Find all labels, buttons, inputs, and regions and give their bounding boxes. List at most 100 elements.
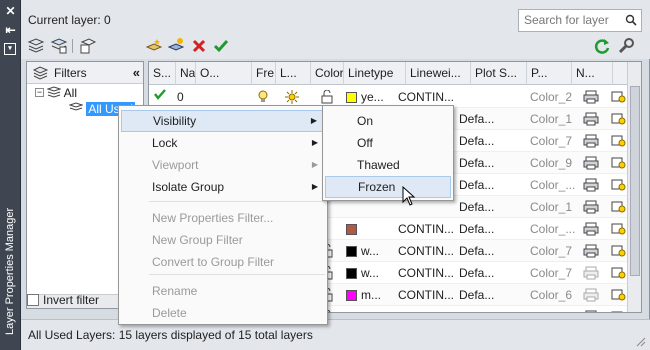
plot-printer-icon[interactable]	[583, 262, 599, 284]
plot-printer-icon[interactable]	[583, 86, 599, 108]
lineweight-cell[interactable]: Defa...	[459, 196, 494, 218]
lineweight-cell[interactable]: Defa...	[459, 218, 494, 240]
linetype-cell[interactable]: CONTIN...	[398, 306, 454, 312]
plot-printer-icon[interactable]	[583, 152, 599, 174]
refresh-icon[interactable]	[593, 37, 611, 55]
new-vp-freeze-icon[interactable]	[611, 218, 627, 240]
search-input[interactable]: Search for layer	[518, 9, 642, 32]
column-header[interactable]: S...	[149, 62, 176, 85]
new-vp-freeze-icon[interactable]	[611, 174, 627, 196]
plot-style-cell[interactable]: Color_...	[530, 174, 575, 196]
plot-printer-icon[interactable]	[583, 130, 599, 152]
menu-item[interactable]: Visibility ▶	[121, 110, 326, 132]
plot-printer-icon[interactable]	[583, 218, 599, 240]
plot-style-cell[interactable]: Color_2	[530, 86, 572, 108]
plot-style-cell[interactable]: Color_1	[530, 196, 572, 218]
linetype-cell[interactable]: CONTIN...	[398, 240, 454, 262]
lineweight-cell[interactable]: Defa...	[459, 174, 494, 196]
lineweight-cell[interactable]: Defa...	[459, 284, 494, 306]
set-current-icon[interactable]	[212, 37, 230, 55]
color-cell[interactable]: w...	[346, 240, 379, 262]
column-header[interactable]: Color	[311, 62, 344, 85]
plot-printer-icon[interactable]	[583, 196, 599, 218]
plot-printer-icon[interactable]	[583, 306, 599, 312]
new-vp-freeze-icon[interactable]	[611, 306, 627, 312]
lineweight-cell[interactable]: Defa...	[459, 130, 494, 152]
submenu-item[interactable]: Thawed	[325, 154, 451, 176]
checkbox-box[interactable]	[27, 294, 39, 306]
plot-style-cell[interactable]: Color_7	[530, 240, 572, 262]
plot-printer-icon[interactable]	[583, 284, 599, 306]
color-cell[interactable]	[346, 218, 361, 240]
column-header[interactable]: Plot S...	[471, 62, 527, 85]
plot-printer-icon[interactable]	[583, 108, 599, 130]
layer-list-vertical-scrollbar[interactable]	[627, 62, 641, 312]
menu-item[interactable]: New Group Filter	[121, 229, 326, 251]
column-header[interactable]: O...	[196, 62, 252, 85]
palette-title-bar[interactable]: ✕ ⇤ ▾ Layer Properties Manager	[0, 0, 21, 350]
plot-style-cell[interactable]: Color_1	[530, 108, 572, 130]
submenu-item[interactable]: Frozen	[325, 176, 451, 198]
column-header[interactable]: L...	[276, 62, 311, 85]
new-vp-freeze-icon[interactable]	[611, 86, 627, 108]
column-header[interactable]: N...	[572, 62, 613, 85]
menu-item-label: Convert to Group Filter	[152, 255, 275, 269]
column-header[interactable]: Linetype	[344, 62, 406, 85]
new-layer-icon[interactable]	[145, 37, 163, 55]
new-vp-freeze-icon[interactable]	[611, 262, 627, 284]
linetype-cell[interactable]: CONTIN...	[398, 218, 454, 240]
new-vp-freeze-icon[interactable]	[611, 240, 627, 262]
new-vp-freeze-icon[interactable]	[611, 108, 627, 130]
plot-style-cell[interactable]: Color_6	[530, 284, 572, 306]
column-header[interactable]: Linewei...	[406, 62, 471, 85]
new-property-filter-icon[interactable]	[27, 37, 45, 55]
linetype-cell[interactable]: CONTIN...	[398, 284, 454, 306]
color-swatch	[346, 224, 357, 235]
tree-node-all[interactable]: All	[46, 85, 77, 101]
linetype-cell[interactable]: CONTIN...	[398, 262, 454, 284]
plot-style-cell[interactable]: Color_...	[530, 218, 575, 240]
submenu-item[interactable]: Off	[325, 132, 451, 154]
submenu-item[interactable]: On	[325, 110, 451, 132]
settings-wrench-icon[interactable]	[617, 37, 635, 55]
column-header[interactable]: Name	[176, 62, 196, 85]
column-header[interactable]: P...	[527, 62, 572, 85]
delete-layer-icon[interactable]	[190, 37, 208, 55]
menu-item[interactable]: Viewport ▶	[121, 154, 326, 176]
new-vp-freeze-icon[interactable]	[611, 130, 627, 152]
filters-icon	[33, 66, 48, 80]
lineweight-cell[interactable]: Defa...	[459, 240, 494, 262]
new-vp-freeze-icon[interactable]	[611, 284, 627, 306]
new-group-filter-icon[interactable]	[50, 37, 68, 55]
menu-item[interactable]: New Properties Filter...	[121, 207, 326, 229]
close-icon[interactable]: ✕	[4, 5, 17, 18]
plot-style-cell[interactable]: Color_7	[530, 262, 572, 284]
layer-states-manager-icon[interactable]	[79, 37, 97, 55]
scrollbar-thumb[interactable]	[630, 86, 640, 276]
menu-item[interactable]: Lock ▶	[121, 132, 326, 154]
new-layer-vp-frozen-icon[interactable]	[167, 37, 185, 55]
lineweight-cell[interactable]: Defa...	[459, 306, 494, 312]
invert-filter-checkbox[interactable]: Invert filter	[27, 292, 99, 308]
color-cell[interactable]: 10	[346, 306, 374, 312]
plot-printer-icon[interactable]	[583, 174, 599, 196]
new-vp-freeze-icon[interactable]	[611, 196, 627, 218]
lineweight-cell[interactable]: Defa...	[459, 262, 494, 284]
column-header[interactable]: Fre...	[252, 62, 276, 85]
menu-item[interactable]: Delete	[121, 302, 326, 324]
plot-printer-icon[interactable]	[583, 240, 599, 262]
resize-grip-icon[interactable]	[636, 337, 646, 347]
menu-item[interactable]: Convert to Group Filter	[121, 251, 326, 273]
color-cell[interactable]: w...	[346, 262, 379, 284]
color-cell[interactable]: m...	[346, 284, 381, 306]
plot-style-cell[interactable]: Color_9	[530, 152, 572, 174]
plot-style-cell[interactable]: Color_...	[530, 306, 575, 312]
lineweight-cell[interactable]: Defa...	[459, 108, 494, 130]
menu-item[interactable]: Isolate Group ▶	[121, 176, 326, 198]
menu-item[interactable]: Rename	[121, 280, 326, 302]
lineweight-cell[interactable]: Defa...	[459, 152, 494, 174]
new-vp-freeze-icon[interactable]	[611, 152, 627, 174]
tree-expander[interactable]: −	[35, 88, 44, 97]
collapse-filters-icon[interactable]: «	[133, 62, 140, 84]
plot-style-cell[interactable]: Color_7	[530, 130, 572, 152]
